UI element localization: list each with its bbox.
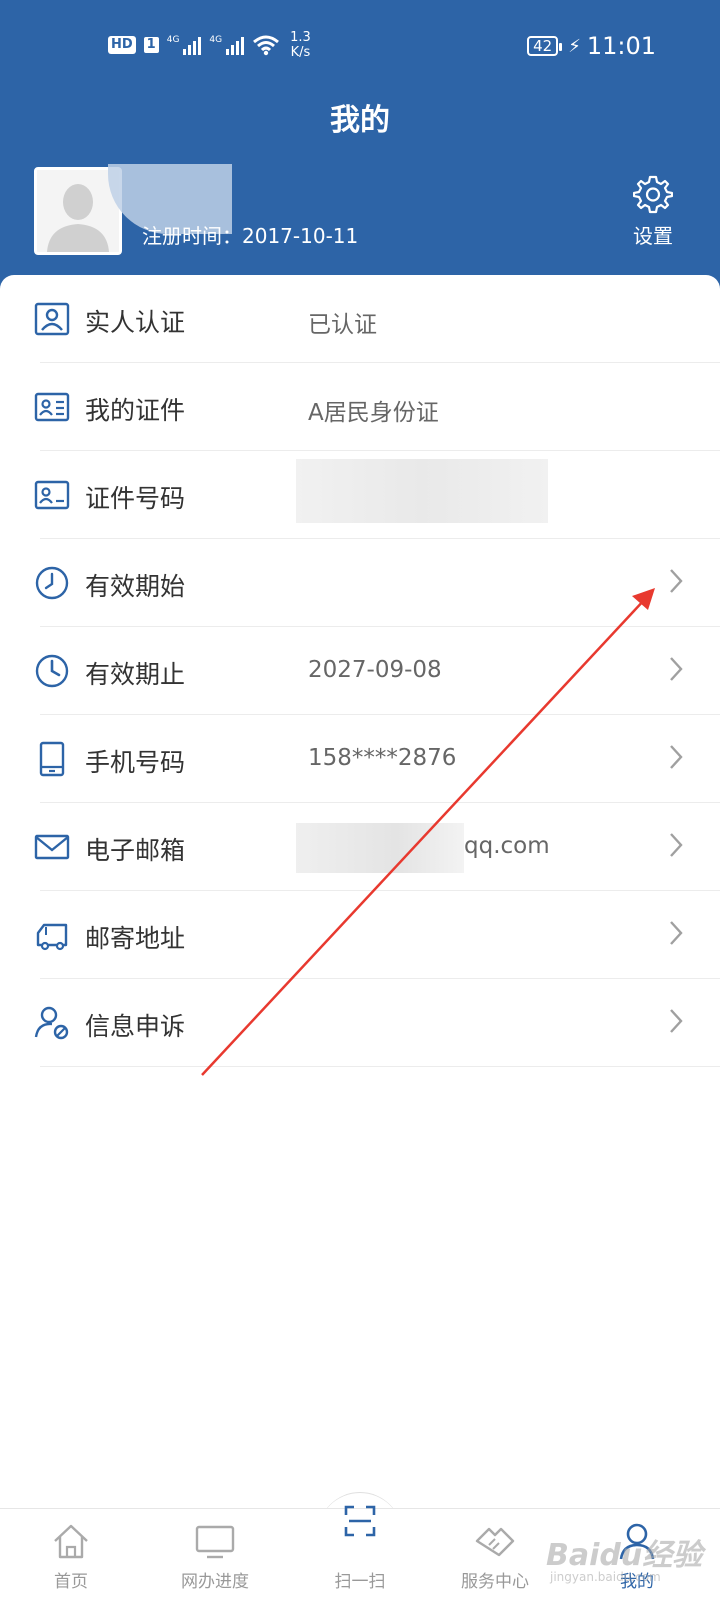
charging-icon: ⚡ (568, 35, 581, 57)
id-card-number-icon (34, 480, 70, 510)
chevron-right-icon (670, 569, 683, 593)
network-speed: 1.3 K/s (290, 30, 311, 60)
signal-1-icon: 4G (167, 35, 202, 55)
blurred-certificate-number (296, 459, 548, 523)
list-item-value: A居民身份证 (308, 400, 439, 426)
home-icon (54, 1524, 88, 1559)
status-bar: HD 1 4G 4G 1.3 K/s 42 ⚡ 11:01 (0, 22, 720, 70)
settings-button[interactable]: 设置 (628, 174, 678, 248)
list-item-label: 邮寄地址 (85, 924, 186, 953)
list-item-label: 实人认证 (85, 308, 186, 337)
nav-scan[interactable]: 扫一扫 (305, 1505, 415, 1600)
nav-service-center[interactable]: 服务中心 (440, 1509, 550, 1600)
handshake-icon (475, 1527, 515, 1557)
nav-progress[interactable]: 网办进度 (160, 1509, 270, 1600)
list-item-value: 158****2876 (308, 745, 457, 771)
mail-icon (34, 834, 70, 860)
chevron-right-icon (670, 833, 683, 857)
list-item-label: 我的证件 (85, 396, 186, 425)
list-item-value: qq.com (464, 833, 550, 859)
chevron-right-icon (670, 657, 683, 681)
list-item-value: 2027-09-08 (308, 657, 442, 683)
info-list: 实人认证 已认证 我的证件 A居民身份证 证件号码 有效期始 有效期止 2027… (0, 275, 720, 1505)
list-item-value: 已认证 (308, 312, 377, 338)
list-item-real-name-auth[interactable]: 实人认证 已认证 (0, 275, 720, 363)
nav-label: 扫一扫 (334, 1572, 386, 1592)
clock-outline-icon (35, 566, 69, 600)
list-item-valid-until[interactable]: 有效期止 2027-09-08 (0, 627, 720, 715)
list-item-valid-from[interactable]: 有效期始 (0, 539, 720, 627)
nav-label: 网办进度 (181, 1572, 249, 1592)
profile-header: HD 1 4G 4G 1.3 K/s 42 ⚡ 11:01 我的 注册时间：20… (0, 0, 720, 300)
list-item-label: 电子邮箱 (85, 836, 186, 865)
list-item-label: 有效期始 (85, 572, 186, 601)
scan-icon (344, 1505, 376, 1537)
settings-label: 设置 (633, 224, 673, 248)
clock-time: 11:01 (586, 32, 656, 60)
chevron-right-icon (670, 745, 683, 769)
id-card-icon (34, 392, 70, 422)
list-item-info-appeal[interactable]: 信息申诉 (0, 979, 720, 1067)
chevron-right-icon (670, 1009, 683, 1033)
list-item-email[interactable]: 电子邮箱 qq.com (0, 803, 720, 891)
nav-label: 首页 (54, 1572, 88, 1592)
sim-badge: 1 (143, 37, 159, 53)
nav-home[interactable]: 首页 (16, 1509, 126, 1600)
monitor-icon (195, 1525, 235, 1559)
list-item-phone-number[interactable]: 手机号码 158****2876 (0, 715, 720, 803)
clock-filled-icon (35, 654, 69, 688)
id-card-portrait-icon (34, 302, 70, 336)
page-title: 我的 (330, 103, 390, 138)
phone-icon (39, 741, 65, 777)
registration-time: 注册时间：2017-10-11 (142, 224, 359, 248)
signal-2-icon: 4G (209, 35, 245, 55)
list-item-certificate-number[interactable]: 证件号码 (0, 451, 720, 539)
list-item-label: 信息申诉 (85, 1012, 186, 1041)
user-appeal-icon (34, 1006, 69, 1040)
list-item-label: 证件号码 (85, 484, 186, 513)
blurred-email-prefix (296, 823, 464, 873)
hd-badge: HD (108, 36, 136, 54)
default-avatar-icon (37, 170, 119, 252)
list-item-label: 手机号码 (85, 748, 186, 777)
wifi-icon (253, 35, 280, 56)
battery-icon: 42 (527, 36, 563, 56)
gear-icon (632, 175, 674, 214)
list-item-label: 有效期止 (85, 660, 186, 689)
truck-icon (36, 923, 68, 951)
list-item-my-certificate[interactable]: 我的证件 A居民身份证 (0, 363, 720, 451)
baidu-watermark: Baidu经验 jingyan.baidu.com (546, 1538, 703, 1584)
chevron-right-icon (670, 921, 683, 945)
nav-label: 服务中心 (461, 1572, 529, 1592)
list-item-mailing-address[interactable]: 邮寄地址 (0, 891, 720, 979)
network-type-1: 4G (166, 35, 180, 45)
network-type-2: 4G (209, 35, 223, 45)
